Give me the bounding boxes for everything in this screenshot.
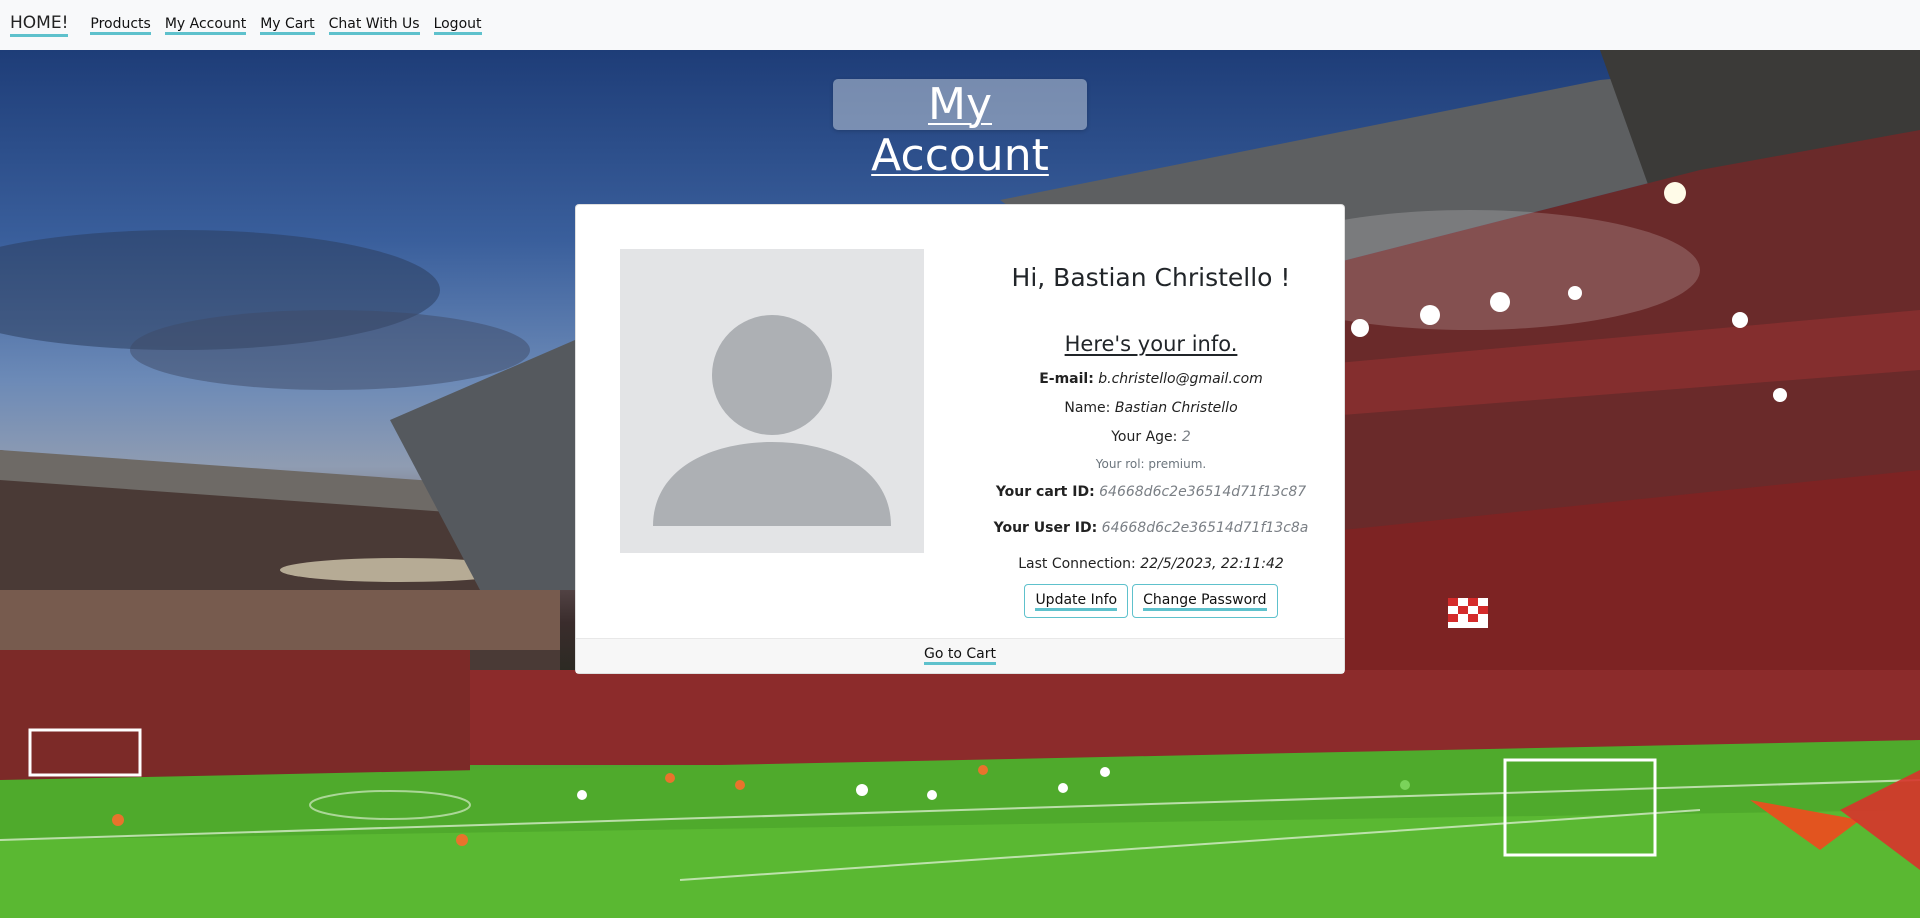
update-info-label: Update Info bbox=[1035, 592, 1118, 611]
name-label: Name: bbox=[1064, 400, 1111, 416]
email-label: E-mail: bbox=[1039, 371, 1094, 387]
age-label: Your Age: bbox=[1111, 429, 1178, 445]
profile-info: Hi, Bastian Christello ! Here's your inf… bbox=[966, 255, 1336, 618]
cart-id-label: Your cart ID: bbox=[995, 484, 1095, 500]
last-connection-row: Last Connection: 22/5/2023, 22:11:42 bbox=[966, 555, 1336, 573]
user-id-value: 64668d6c2e36514d71f13c8a bbox=[1101, 520, 1309, 536]
name-row: Name: Bastian Christello bbox=[966, 399, 1336, 417]
page-title: My Account bbox=[833, 79, 1087, 181]
card-footer: Go to Cart bbox=[576, 638, 1344, 673]
profile-actions: Update Info Change Password bbox=[966, 584, 1336, 618]
home-link[interactable]: HOME! bbox=[10, 13, 69, 37]
cart-id-row: Your cart ID: 64668d6c2e36514d71f13c87 bbox=[966, 483, 1336, 501]
nav-link-logout[interactable]: Logout bbox=[433, 16, 482, 35]
change-password-label: Change Password bbox=[1143, 592, 1267, 611]
top-navbar: HOME! Products My Account My Cart Chat W… bbox=[0, 0, 1920, 50]
nav-link-my-cart[interactable]: My Cart bbox=[260, 16, 315, 35]
user-silhouette-icon bbox=[653, 315, 891, 526]
last-connection-value: 22/5/2023, 22:11:42 bbox=[1140, 556, 1284, 572]
go-to-cart-link[interactable]: Go to Cart bbox=[924, 647, 996, 665]
nav-link-my-account[interactable]: My Account bbox=[164, 16, 247, 35]
avatar bbox=[620, 249, 924, 553]
age-value: 2 bbox=[1181, 429, 1191, 445]
age-row: Your Age: 2 bbox=[966, 428, 1336, 446]
last-connection-label: Last Connection: bbox=[1018, 556, 1136, 572]
user-id-row: Your User ID: 64668d6c2e36514d71f13c8a bbox=[966, 519, 1336, 537]
change-password-button[interactable]: Change Password bbox=[1132, 584, 1278, 618]
info-subheading: Here's your info. bbox=[1064, 332, 1238, 356]
nav-link-products[interactable]: Products bbox=[90, 16, 151, 35]
email-row: E-mail: b.christello@gmail.com bbox=[966, 370, 1336, 388]
update-info-button[interactable]: Update Info bbox=[1024, 584, 1129, 618]
role-text: Your rol: premium. bbox=[1095, 457, 1207, 471]
account-card: Hi, Bastian Christello ! Here's your inf… bbox=[575, 204, 1345, 674]
email-value: b.christello@gmail.com bbox=[1098, 371, 1263, 387]
cart-id-value: 64668d6c2e36514d71f13c87 bbox=[1099, 484, 1307, 500]
name-value: Bastian Christello bbox=[1114, 400, 1238, 416]
greeting-heading: Hi, Bastian Christello ! bbox=[1011, 263, 1291, 292]
nav-link-chat[interactable]: Chat With Us bbox=[328, 16, 420, 35]
user-id-label: Your User ID: bbox=[993, 520, 1098, 536]
